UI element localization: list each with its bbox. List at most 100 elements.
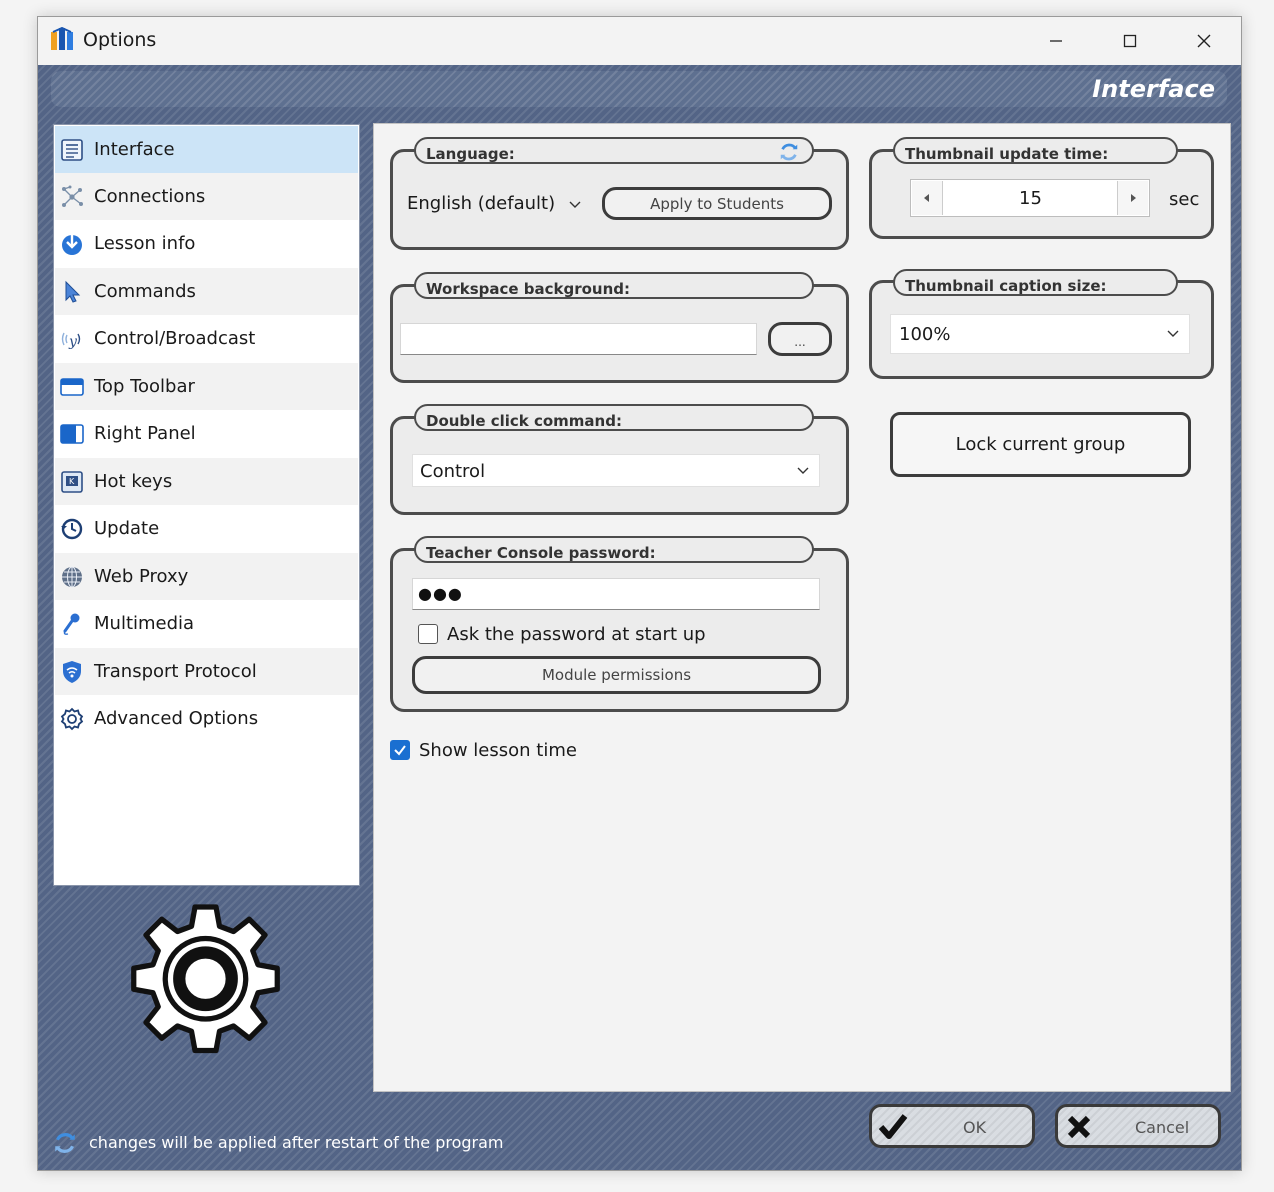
history-icon [59,516,85,542]
thumbnail-caption-value: 100% [899,324,951,345]
double-click-label: Double click command: [414,404,814,431]
workspace-background-input[interactable] [400,323,757,355]
svg-text:y: y [68,334,78,350]
sidebar-item-commands[interactable]: Commands [55,268,358,315]
download-icon [59,231,85,257]
sidebar-item-transport-protocol[interactable]: Transport Protocol [55,648,358,695]
microphone-icon [59,611,85,637]
interface-settings-panel: Language: English (default) Apply to Stu… [373,123,1231,1092]
chevron-down-icon [797,467,809,474]
options-sidebar: Interface Connections Lesson info Comman… [53,124,360,886]
ask-password-checkbox[interactable] [418,624,438,644]
language-select[interactable]: English (default) [400,187,590,219]
sidebar-item-label: Lesson info [94,233,196,254]
thumbnail-caption-label: Thumbnail caption size: [893,269,1178,296]
window-title: Options [83,29,157,51]
thumbnail-update-unit: sec [1169,189,1200,210]
network-icon [59,184,85,210]
svg-text:K: K [69,477,75,486]
sidebar-item-label: Transport Protocol [94,661,257,682]
show-lesson-time-label: Show lesson time [419,740,577,761]
apply-to-students-button[interactable]: Apply to Students [602,187,832,220]
thumbnail-update-value: 15 [1019,188,1042,209]
cancel-label: Cancel [1135,1118,1190,1137]
decrement-button[interactable] [912,181,943,215]
shield-icon [59,659,85,685]
large-gear-icon [131,904,280,1054]
sidebar-item-label: Update [94,518,160,539]
title-bar[interactable]: Options [38,17,1241,65]
globe-icon [59,564,85,590]
close-icon [1197,34,1211,48]
thumbnail-update-spinner[interactable]: 15 [910,179,1150,217]
thumbnail-update-label: Thumbnail update time: [893,137,1178,164]
workspace-background-label: Workspace background: [414,272,814,299]
ok-button[interactable]: OK [869,1104,1035,1148]
restart-note-icon [55,1133,75,1153]
sidebar-item-label: Connections [94,186,206,207]
sidebar-item-label: Top Toolbar [94,376,195,397]
double-click-select-value: Control [420,461,486,482]
cancel-button[interactable]: Cancel [1055,1104,1221,1148]
sidebar-item-connections[interactable]: Connections [55,173,358,220]
restart-note: changes will be applied after restart of… [89,1133,504,1152]
toolbar-icon [59,374,85,400]
sidebar-item-label: Right Panel [94,423,196,444]
browse-button[interactable]: ... [768,322,832,356]
chevron-down-icon [569,201,581,208]
close-button[interactable] [1186,27,1222,55]
increment-button[interactable] [1117,181,1148,215]
sidebar-item-right-panel[interactable]: Right Panel [55,410,358,457]
panel-icon [59,421,85,447]
x-icon [1067,1115,1091,1139]
sidebar-item-multimedia[interactable]: Multimedia [55,600,358,647]
sidebar-item-web-proxy[interactable]: Web Proxy [55,553,358,600]
settings-icon [59,706,85,732]
refresh-icon [780,143,798,161]
options-window: Options Interface Interface Connections … [37,16,1242,1171]
section-title: Interface [1092,75,1215,103]
check-icon [878,1114,908,1139]
module-permissions-button[interactable]: Module permissions [412,656,821,694]
keyboard-icon: K [59,469,85,495]
sidebar-item-top-toolbar[interactable]: Top Toolbar [55,363,358,410]
maximize-icon [1123,34,1137,48]
sidebar-item-interface[interactable]: Interface [55,126,358,173]
ask-password-label: Ask the password at start up [447,624,706,645]
language-label: Language: [414,137,814,164]
interface-icon [59,137,85,163]
maximize-button[interactable] [1112,27,1148,55]
checkmark-icon [394,745,406,756]
minimize-icon [1050,40,1062,42]
sidebar-item-label: Web Proxy [94,566,189,587]
sidebar-item-hot-keys[interactable]: K Hot keys [55,458,358,505]
sidebar-item-update[interactable]: Update [55,505,358,552]
dialog-body: Interface Interface Connections Lesson i… [38,65,1241,1170]
sidebar-item-label: Multimedia [94,613,195,634]
password-input[interactable]: ●●● [412,578,820,610]
minimize-button[interactable] [1038,27,1074,55]
show-lesson-time-checkbox[interactable] [390,740,410,760]
language-select-value: English (default) [407,193,556,214]
app-logo-icon [51,27,73,50]
sidebar-item-label: Hot keys [94,471,173,492]
sidebar-item-label: Advanced Options [94,708,259,729]
ok-label: OK [963,1118,987,1137]
password-value: ●●● [418,584,463,603]
sidebar-item-advanced-options[interactable]: Advanced Options [55,695,358,742]
sidebar-item-lesson-info[interactable]: Lesson info [55,220,358,267]
double-click-select[interactable]: Control [412,454,820,487]
sidebar-item-control-broadcast[interactable]: y Control/Broadcast [55,315,358,362]
pointer-icon [59,279,85,305]
sidebar-item-label: Control/Broadcast [94,328,256,349]
thumbnail-caption-select[interactable]: 100% [890,314,1190,354]
arrow-right-icon [1131,194,1136,202]
password-label: Teacher Console password: [414,536,814,563]
arrow-left-icon [924,194,929,202]
broadcast-icon: y [59,326,85,352]
section-header: Interface [51,71,1227,107]
chevron-down-icon [1167,330,1179,337]
lock-current-group-button[interactable]: Lock current group [890,412,1191,477]
sidebar-item-label: Interface [94,139,175,160]
sidebar-item-label: Commands [94,281,196,302]
